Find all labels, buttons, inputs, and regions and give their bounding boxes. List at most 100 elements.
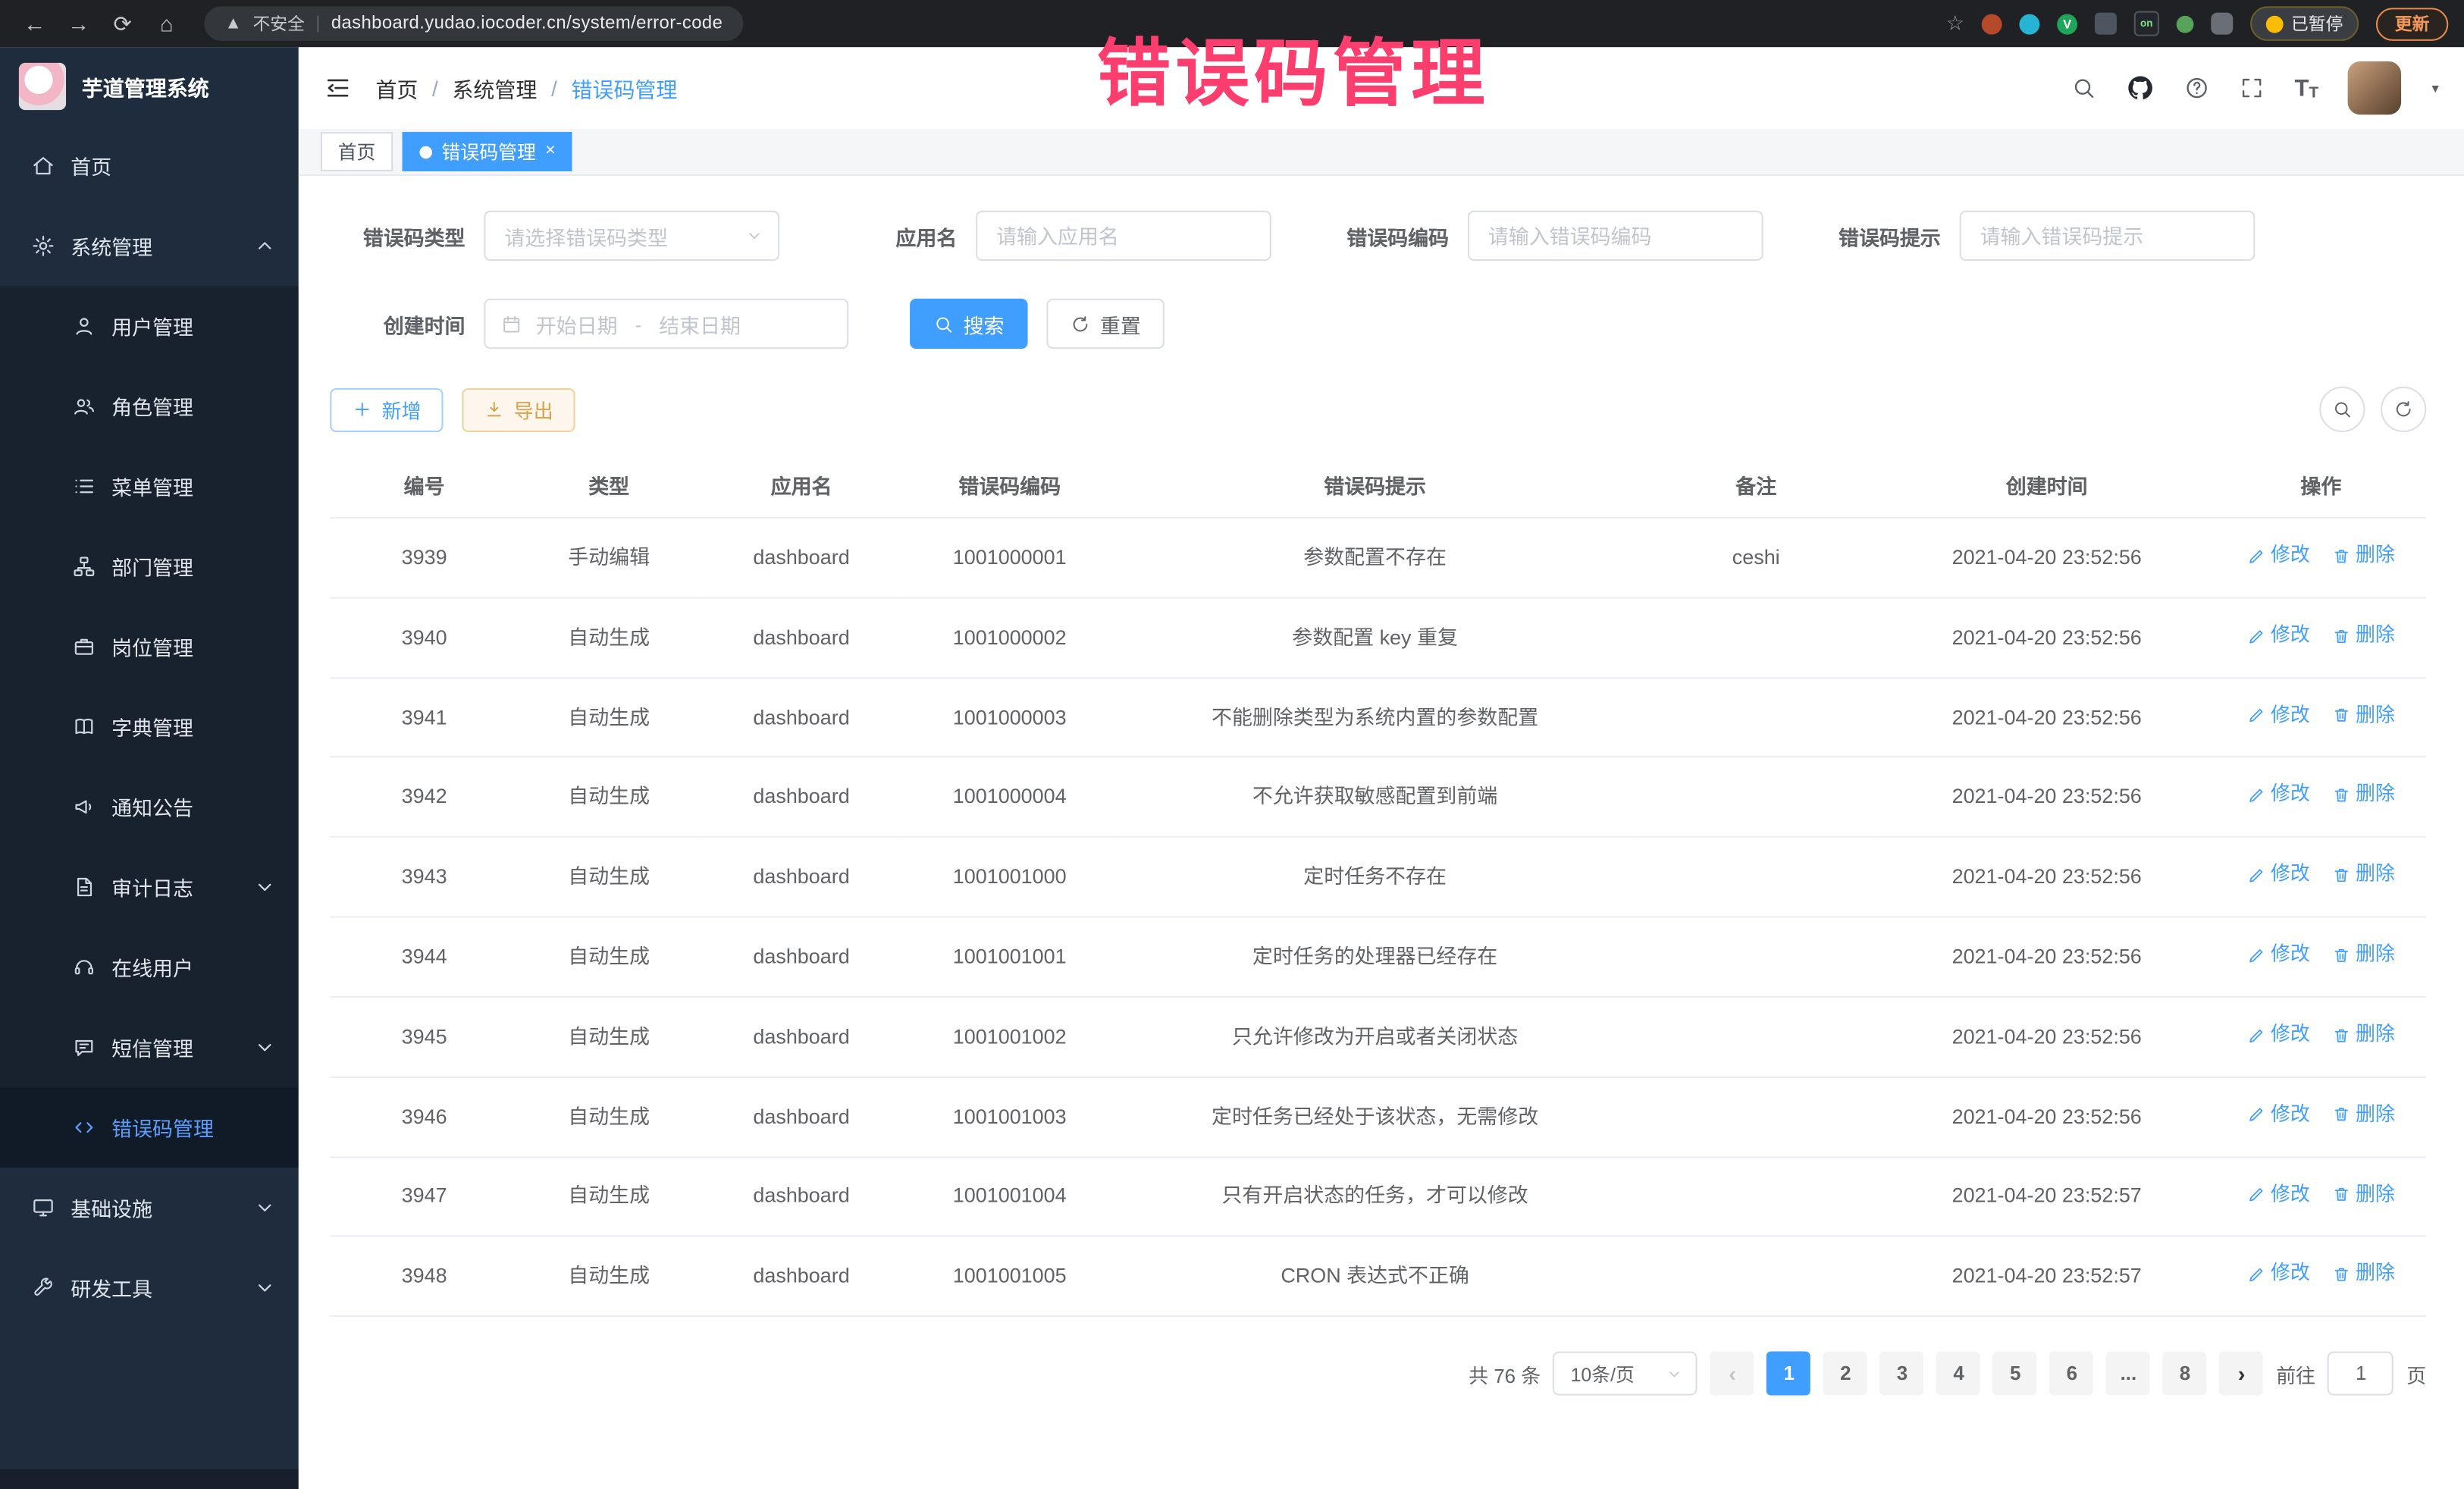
vue-devtools-icon[interactable]: V <box>2057 14 2077 34</box>
sidebar-item-wrench[interactable]: 研发工具 <box>0 1248 299 1328</box>
sidebar-item-gear[interactable]: 系统管理 <box>0 206 299 287</box>
chevron-down-icon[interactable]: ▾ <box>2431 80 2438 97</box>
pager-page-2[interactable]: 2 <box>1823 1352 1867 1396</box>
sidebar-item-tree[interactable]: 部门管理 <box>0 526 299 607</box>
bookmark-star-icon[interactable]: ☆ <box>1946 11 1964 36</box>
briefcase-icon <box>72 635 96 658</box>
edit-link[interactable]: 修改 <box>2247 860 2310 890</box>
browser-back-icon[interactable]: ← <box>16 11 54 36</box>
cell-id: 3948 <box>330 1237 519 1316</box>
puzzle-extension-icon[interactable] <box>2211 13 2233 35</box>
delete-link[interactable]: 删除 <box>2332 780 2395 810</box>
fullscreen-icon[interactable] <box>2240 75 2265 100</box>
tab-error-code[interactable]: 错误码管理 × <box>403 132 573 171</box>
chevron-down-icon <box>253 1036 277 1059</box>
cell-created: 2021-04-20 23:52:56 <box>1878 757 2216 837</box>
extension-icon[interactable] <box>1982 14 2002 34</box>
sidebar-item-chat[interactable]: 短信管理 <box>0 1008 299 1088</box>
pager-page-3[interactable]: 3 <box>1880 1352 1924 1396</box>
export-button[interactable]: 导出 <box>462 387 575 431</box>
pager-page-1[interactable]: 1 <box>1767 1352 1811 1396</box>
edit-link[interactable]: 修改 <box>2247 701 2310 731</box>
sidebar-item-document[interactable]: 审计日志 <box>0 847 299 927</box>
filter-input-2[interactable] <box>1468 211 1763 261</box>
address-bar[interactable]: ▲ 不安全 | dashboard.yudao.iocoder.cn/syste… <box>204 6 743 41</box>
sidebar-item-monitor[interactable]: 基础设施 <box>0 1168 299 1248</box>
edit-link[interactable]: 修改 <box>2247 541 2310 571</box>
tab-home[interactable]: 首页 <box>321 132 393 171</box>
edit-link[interactable]: 修改 <box>2247 620 2310 650</box>
search-button[interactable]: 搜索 <box>910 299 1027 349</box>
breadcrumb-system[interactable]: 系统管理 <box>452 72 537 103</box>
sidebar-item-code[interactable]: 错误码管理 <box>0 1087 299 1168</box>
avatar[interactable] <box>2349 61 2402 114</box>
pager-next-button[interactable]: › <box>2220 1352 2264 1396</box>
sidebar-item-list[interactable]: 菜单管理 <box>0 447 299 527</box>
filter-input-3[interactable] <box>1960 211 2256 261</box>
extension-icon[interactable] <box>2095 13 2117 35</box>
sidebar-item-briefcase[interactable]: 岗位管理 <box>0 607 299 687</box>
delete-link[interactable]: 删除 <box>2332 620 2395 650</box>
cell-operations: 修改删除 <box>2216 597 2427 677</box>
paused-badge[interactable]: 已暂停 <box>2250 6 2359 41</box>
sidebar-item-megaphone[interactable]: 通知公告 <box>0 766 299 847</box>
table-row: 3945自动生成dashboard1001001002只允许修改为开启或者关闭状… <box>330 997 2426 1077</box>
extension-icon[interactable] <box>2019 14 2039 34</box>
show-search-button[interactable] <box>2319 387 2365 432</box>
delete-link[interactable]: 删除 <box>2332 940 2395 970</box>
delete-link[interactable]: 删除 <box>2332 701 2395 731</box>
sidebar-collapse-bar[interactable] <box>0 1469 299 1489</box>
delete-link[interactable]: 删除 <box>2332 1180 2395 1210</box>
help-icon[interactable] <box>2184 75 2209 100</box>
sidebar-item-home[interactable]: 首页 <box>0 126 299 206</box>
delete-link[interactable]: 删除 <box>2332 541 2395 571</box>
delete-link[interactable]: 删除 <box>2332 1020 2395 1050</box>
cell-operations: 修改删除 <box>2216 837 2427 917</box>
edit-link[interactable]: 修改 <box>2247 1180 2310 1210</box>
edit-link[interactable]: 修改 <box>2247 1020 2310 1050</box>
breadcrumb-home[interactable]: 首页 <box>375 72 418 103</box>
cell-remark <box>1635 837 1878 917</box>
browser-reload-icon[interactable]: ⟳ <box>104 10 142 36</box>
sidebar-item-headset[interactable]: 在线用户 <box>0 927 299 1008</box>
edit-link[interactable]: 修改 <box>2247 780 2310 810</box>
date-range-picker[interactable]: 开始日期 - 结束日期 <box>484 299 848 349</box>
pager-page-6[interactable]: 6 <box>2050 1352 2094 1396</box>
delete-link[interactable]: 删除 <box>2332 1259 2395 1290</box>
pager-prev-button[interactable]: ‹ <box>1710 1352 1754 1396</box>
extension-on-badge[interactable]: on <box>2134 11 2159 36</box>
pager-page-4[interactable]: 4 <box>1937 1352 1981 1396</box>
pager-page-8[interactable]: 8 <box>2163 1352 2207 1396</box>
github-icon[interactable] <box>2127 74 2155 102</box>
sidebar-item-user[interactable]: 用户管理 <box>0 286 299 366</box>
sidebar-item-users[interactable]: 角色管理 <box>0 366 299 447</box>
refresh-table-button[interactable] <box>2381 387 2426 432</box>
cell-remark <box>1635 597 1878 677</box>
search-icon[interactable] <box>2071 75 2096 100</box>
filter-select-0[interactable]: 请选择错误码类型 <box>484 211 779 261</box>
edit-link[interactable]: 修改 <box>2247 940 2310 970</box>
pager-ellipsis[interactable]: ... <box>2106 1352 2150 1396</box>
edit-link[interactable]: 修改 <box>2247 1259 2310 1290</box>
add-button[interactable]: 新增 <box>330 387 443 431</box>
close-icon[interactable]: × <box>545 143 555 161</box>
browser-home-icon[interactable]: ⌂ <box>148 11 186 36</box>
delete-icon <box>2332 945 2351 964</box>
extension-icon[interactable] <box>2177 15 2194 33</box>
delete-link[interactable]: 删除 <box>2332 1099 2395 1130</box>
sidebar-logo-row[interactable]: 芋道管理系统 <box>0 47 299 126</box>
sidebar-item-book[interactable]: 字典管理 <box>0 687 299 767</box>
browser-update-button[interactable]: 更新 <box>2376 7 2448 40</box>
browser-forward-icon[interactable]: → <box>60 11 98 36</box>
fold-menu-icon[interactable] <box>324 74 352 102</box>
goto-page-input[interactable] <box>2328 1352 2394 1396</box>
font-size-icon[interactable]: TT <box>2295 74 2319 101</box>
delete-link[interactable]: 删除 <box>2332 860 2395 890</box>
reset-button[interactable]: 重置 <box>1046 299 1164 349</box>
cell-app: dashboard <box>699 1077 903 1156</box>
filter-input-1[interactable] <box>976 211 1271 261</box>
pager-page-5[interactable]: 5 <box>1993 1352 2037 1396</box>
edit-link[interactable]: 修改 <box>2247 1099 2310 1130</box>
page-size-select[interactable]: 10条/页 <box>1553 1352 1698 1396</box>
cell-remark <box>1635 917 1878 997</box>
